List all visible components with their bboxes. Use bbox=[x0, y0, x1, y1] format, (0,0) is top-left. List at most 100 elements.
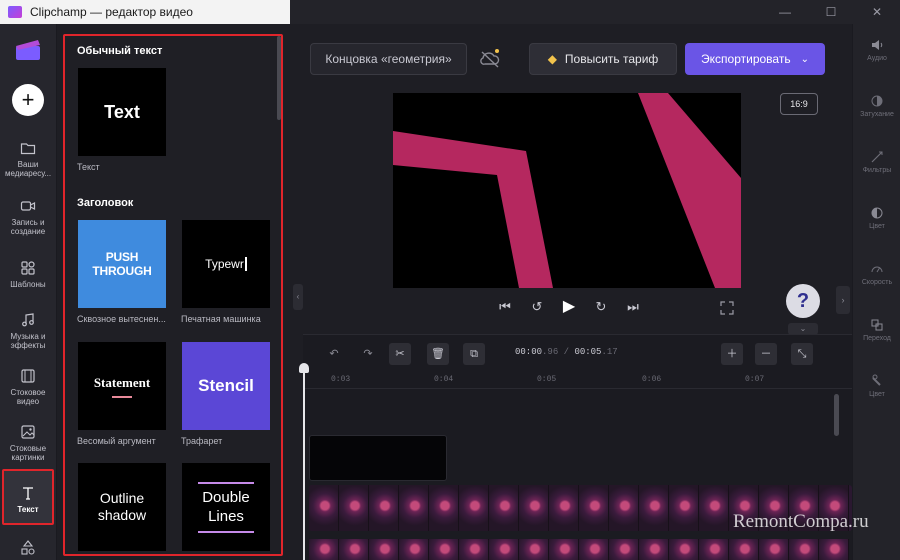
sidebar-item-text[interactable]: Текст bbox=[2, 469, 54, 525]
diamond-icon: ◆ bbox=[547, 52, 557, 66]
preview-frame-graphic bbox=[393, 93, 741, 288]
prop-label: Фильтры bbox=[862, 167, 892, 174]
text-tile-typewriter[interactable]: Typewr bbox=[182, 220, 270, 308]
film-icon bbox=[21, 369, 35, 383]
upgrade-label: Повысить тариф bbox=[564, 52, 659, 66]
sidebar-item-label: Запись и создание bbox=[10, 218, 46, 237]
sidebar-item-label: Стоковые картинки bbox=[9, 444, 47, 463]
player-controls: ⏮ ↺ ▶ ↻ ⏭ bbox=[496, 298, 642, 316]
forward-5-icon[interactable]: ↻ bbox=[592, 298, 610, 316]
text-tile-stencil[interactable]: Stencil bbox=[182, 342, 270, 430]
cloud-sync-off-icon[interactable] bbox=[478, 47, 502, 71]
film-frame bbox=[549, 539, 579, 560]
film-frame bbox=[549, 485, 579, 531]
watermark: RemontCompa.ru bbox=[733, 511, 869, 532]
tile-caption: Сквозное вытеснен... bbox=[77, 314, 166, 324]
collapse-properties-button[interactable]: › bbox=[836, 286, 850, 314]
upgrade-plan-button[interactable]: ◆ Повысить тариф bbox=[529, 43, 677, 75]
prop-filters[interactable]: Фильтры bbox=[853, 150, 900, 174]
export-button[interactable]: Экспортировать ⌄ bbox=[685, 43, 825, 75]
skip-forward-icon[interactable]: ⏭ bbox=[624, 298, 642, 316]
prop-transition[interactable]: Переход bbox=[853, 318, 900, 342]
film-frame bbox=[609, 485, 639, 531]
sidebar-item-record[interactable]: Запись и создание bbox=[2, 198, 54, 236]
film-frame bbox=[729, 539, 759, 560]
ruler-tick: 0:04 bbox=[434, 375, 454, 384]
help-button[interactable]: ? bbox=[786, 284, 820, 318]
prop-fade[interactable]: Затухание bbox=[853, 94, 900, 118]
prop-label: Цвет bbox=[869, 391, 885, 398]
left-rail: + Ваши медиаресу... Запись и создание Ша… bbox=[0, 24, 57, 560]
timeline-clip-black[interactable] bbox=[309, 435, 447, 481]
filter-icon bbox=[871, 151, 883, 163]
prop-audio[interactable]: Аудио bbox=[853, 38, 900, 62]
fit-timeline-icon[interactable]: ⤡ bbox=[791, 343, 813, 365]
camera-icon bbox=[20, 201, 36, 211]
maximize-button[interactable]: ☐ bbox=[808, 0, 854, 24]
sidebar-item-templates[interactable]: Шаблоны bbox=[2, 260, 54, 289]
film-frame bbox=[459, 539, 489, 560]
current-time: 00:00 bbox=[515, 347, 543, 357]
prop-color-2[interactable]: Цвет bbox=[853, 374, 900, 398]
text-tile-push-through[interactable]: PUSH THROUGH bbox=[78, 220, 166, 308]
prop-color[interactable]: Цвет bbox=[853, 206, 900, 230]
film-frame bbox=[489, 485, 519, 531]
minimize-button[interactable]: — bbox=[762, 0, 808, 24]
prop-speed[interactable]: Скорость bbox=[853, 262, 900, 286]
duplicate-icon[interactable]: ⧉ bbox=[463, 343, 485, 365]
film-frame bbox=[399, 485, 429, 531]
film-frame bbox=[789, 539, 819, 560]
time-ruler[interactable]: 0:03 0:04 0:05 0:06 0:07 bbox=[303, 371, 852, 389]
text-icon bbox=[23, 487, 33, 500]
film-frame bbox=[459, 485, 489, 531]
sidebar-item-stock-images[interactable]: Стоковые картинки bbox=[2, 424, 54, 462]
sidebar-item-stock-video[interactable]: Стоковое видео bbox=[2, 368, 54, 406]
zoom-out-icon[interactable]: － bbox=[755, 343, 777, 365]
film-frame bbox=[819, 539, 849, 560]
project-name-field[interactable]: Концовка «геометрия» bbox=[310, 43, 467, 75]
delete-icon[interactable]: 🗑 bbox=[427, 343, 449, 365]
tile-caption: Текст bbox=[77, 162, 100, 172]
window-controls: — ☐ ✕ bbox=[762, 0, 900, 24]
film-frame bbox=[699, 485, 729, 531]
fullscreen-icon[interactable] bbox=[720, 301, 734, 315]
video-preview[interactable] bbox=[393, 93, 741, 288]
timeline-scrollbar[interactable] bbox=[834, 394, 839, 436]
export-label: Экспортировать bbox=[701, 52, 791, 66]
timeline-video-track-2[interactable] bbox=[309, 539, 852, 560]
close-button[interactable]: ✕ bbox=[854, 0, 900, 24]
sidebar-item-media[interactable]: Ваши медиаресу... bbox=[2, 140, 54, 178]
ruler-tick: 0:06 bbox=[642, 375, 662, 384]
sidebar-item-music[interactable]: Музыка и эффекты bbox=[2, 312, 54, 350]
text-tile-double-lines[interactable]: Double Lines bbox=[182, 463, 270, 551]
transition-icon bbox=[871, 319, 883, 331]
aspect-ratio-button[interactable]: 16:9 bbox=[780, 93, 818, 115]
collapse-panel-button[interactable]: ‹ bbox=[293, 284, 303, 310]
total-time: 00:05 bbox=[574, 347, 602, 357]
clipchamp-logo-icon bbox=[8, 6, 22, 18]
text-tile-statement[interactable]: Statement bbox=[78, 342, 166, 430]
add-media-button[interactable]: + bbox=[12, 84, 44, 116]
shapes-icon[interactable] bbox=[20, 540, 36, 556]
undo-icon[interactable]: ↶ bbox=[323, 343, 345, 365]
film-frame bbox=[309, 539, 339, 560]
film-frame bbox=[489, 539, 519, 560]
ruler-tick: 0:07 bbox=[745, 375, 765, 384]
play-icon[interactable]: ▶ bbox=[560, 298, 578, 316]
rewind-5-icon[interactable]: ↺ bbox=[528, 298, 546, 316]
redo-icon[interactable]: ↷ bbox=[357, 343, 379, 365]
skip-back-icon[interactable]: ⏮ bbox=[496, 298, 514, 316]
time-readout: 00:00.96 / 00:05.17 bbox=[515, 347, 618, 357]
film-frame bbox=[609, 539, 639, 560]
zoom-in-icon[interactable]: ＋ bbox=[721, 343, 743, 365]
section-plain-text-title: Обычный текст bbox=[77, 45, 163, 57]
text-tile-plain[interactable]: Text bbox=[78, 68, 166, 156]
playhead[interactable] bbox=[299, 363, 309, 560]
panel-scrollbar[interactable] bbox=[277, 36, 281, 120]
split-scissors-icon[interactable]: ✂ bbox=[389, 343, 411, 365]
tile-preview-text: Statement bbox=[93, 374, 151, 390]
tile-preview-text: PUSH THROUGH bbox=[92, 250, 152, 278]
text-tile-outline-shadow[interactable]: Outline shadow bbox=[78, 463, 166, 551]
film-frame bbox=[669, 485, 699, 531]
sidebar-item-label: Текст bbox=[17, 505, 39, 514]
